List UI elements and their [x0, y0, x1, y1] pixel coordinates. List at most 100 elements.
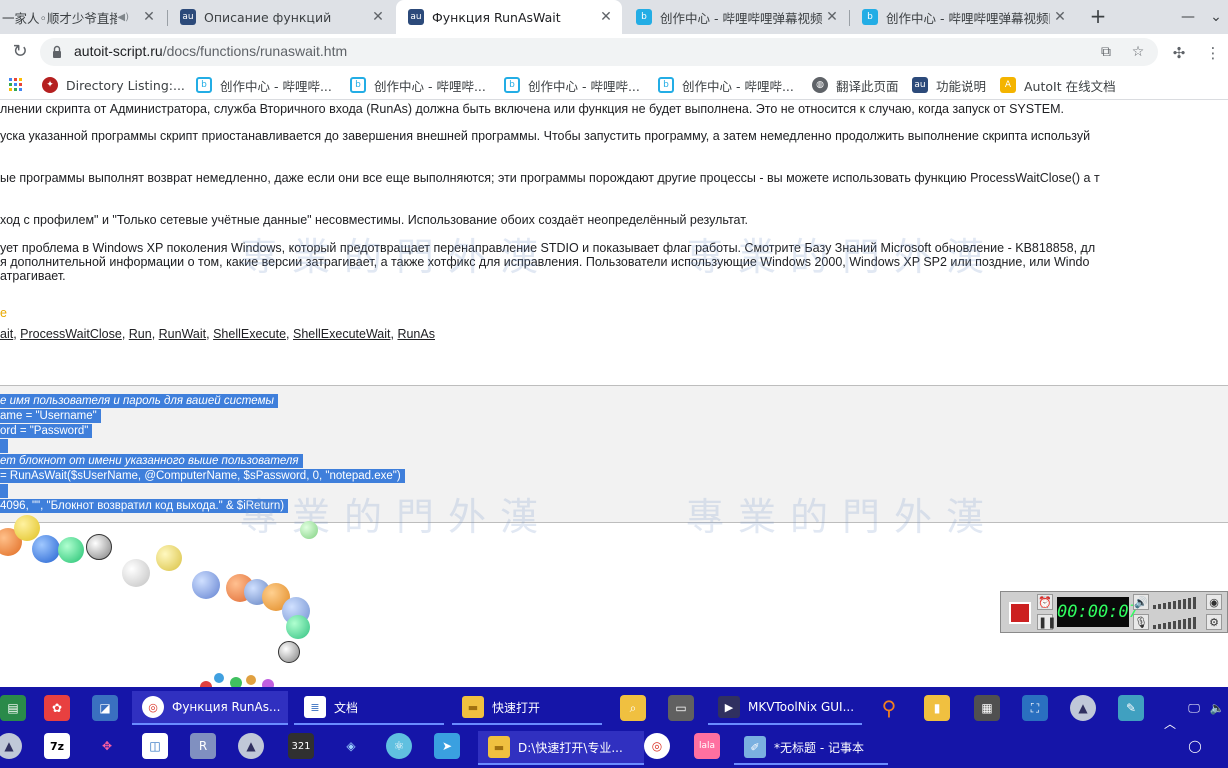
ball: [14, 515, 40, 541]
alarm-clock-icon[interactable]: ⏰: [1037, 594, 1053, 610]
bilibili-icon: b: [658, 77, 674, 93]
bookmark-translate[interactable]: ◍ 翻译此页面: [812, 76, 899, 94]
notification-icon[interactable]: ◯: [1182, 733, 1208, 759]
code-line-blank[interactable]: [0, 484, 8, 498]
taskbar-quick-open-folder[interactable]: ▬ 快速打开: [452, 691, 602, 725]
taskbar-mkvtoolnix[interactable]: ▶ MKVToolNix GUI...: [708, 691, 862, 725]
window-manager-icon[interactable]: ◫: [142, 733, 168, 759]
chrome-icon[interactable]: ◎: [644, 733, 670, 759]
monitor-icon[interactable]: 🖵: [1184, 695, 1204, 721]
folder-icon: ▬: [488, 736, 510, 758]
record-stop-button[interactable]: [1009, 602, 1031, 624]
autoit-icon[interactable]: ▲: [238, 733, 264, 759]
example-code-box[interactable]: е имя пользователя и пароль для вашей си…: [0, 385, 1228, 523]
7zip-icon[interactable]: 7z: [44, 733, 70, 759]
extensions-puzzle-icon[interactable]: ✣: [1168, 42, 1190, 64]
tab-function-description[interactable]: au Описание функций ✕: [168, 0, 394, 34]
huawei-icon[interactable]: ✿: [44, 695, 70, 721]
code-line[interactable]: ет блокнот от имени указанного выше поль…: [0, 454, 303, 468]
bookmark-autoit-online[interactable]: A AutoIt 在线文档: [1000, 76, 1116, 94]
close-tab-icon[interactable]: ✕: [822, 9, 842, 25]
taskbar-label: MKVToolNix GUI...: [748, 700, 855, 714]
notes-icon[interactable]: ✎: [1118, 695, 1144, 721]
paper-plane-icon[interactable]: ➤: [434, 733, 460, 759]
bookmark-bilibili-2[interactable]: b 创作中心 - 哔哩哔...: [350, 76, 486, 94]
film-strip-icon[interactable]: ▦: [974, 695, 1000, 721]
pause-icon[interactable]: ❚❚: [1037, 614, 1056, 630]
network-icon[interactable]: ⛶: [1022, 695, 1048, 721]
link-run[interactable]: Run: [129, 327, 152, 341]
speaker-icon[interactable]: 🔊: [1133, 594, 1149, 610]
lock-icon[interactable]: [52, 45, 62, 59]
tab-live-stream[interactable]: 一家人◦顺才少爷直播 ◀) ✕: [0, 0, 165, 34]
autoit-yellow-icon: A: [1000, 77, 1016, 93]
taskbar-explorer-window[interactable]: ▬ D:\快速打开\专业...: [478, 731, 644, 765]
close-tab-icon[interactable]: ✕: [368, 9, 388, 25]
bookmark-directory-listing[interactable]: ✦ Directory Listing:...: [42, 76, 185, 94]
close-tab-icon[interactable]: ✕: [139, 9, 159, 25]
volume-icon[interactable]: 🔈: [1206, 695, 1228, 721]
screenshot-tool-icon[interactable]: ◪: [92, 695, 118, 721]
link-runas[interactable]: RunAs: [397, 327, 435, 341]
globe-icon: ◍: [812, 77, 828, 93]
menu-icon[interactable]: ⋮: [1202, 42, 1224, 64]
folder-icon[interactable]: ▮: [924, 695, 950, 721]
ball: [300, 521, 318, 539]
window-menu-icon[interactable]: ⌄: [1204, 0, 1228, 34]
autoit-icon[interactable]: ▲: [0, 733, 22, 759]
address-bar[interactable]: autoit-script.ru/docs/functions/runaswai…: [40, 38, 1158, 66]
calendar-321-icon[interactable]: 321: [288, 733, 314, 759]
bookmark-star-icon[interactable]: ☆: [1128, 42, 1148, 62]
microphone-icon[interactable]: 🎙: [1133, 614, 1149, 630]
tab-title: 一家人◦顺才少爷直播: [2, 10, 118, 26]
link-shellexecutewait[interactable]: ShellExecuteWait: [293, 327, 391, 341]
atom-icon[interactable]: ⚛: [386, 733, 412, 759]
tab-bilibili-1[interactable]: b 创作中心 - 哔哩哔哩弹幕视频网 ✕: [624, 0, 848, 34]
new-tab-button[interactable]: +: [1086, 4, 1110, 28]
terminal-icon[interactable]: ▭: [668, 695, 694, 721]
settings-icon[interactable]: ⚙: [1206, 614, 1222, 630]
bookmark-apps[interactable]: [8, 76, 32, 94]
code-line-blank[interactable]: [0, 439, 8, 453]
baseball: [122, 559, 150, 587]
taskbar-chrome-runaswait[interactable]: ◎ Функция RunAs...: [132, 691, 288, 725]
taskbar-notepad-window[interactable]: ✐ *无标题 - 记事本: [734, 731, 888, 765]
code-line[interactable]: ord = "Password": [0, 424, 93, 438]
taskbar-document-window[interactable]: ≣ 文档: [294, 691, 444, 725]
link-shellexecute[interactable]: ShellExecute: [213, 327, 286, 341]
bookmark-label: 创作中心 - 哔哩哔...: [528, 78, 640, 94]
tab-runaswait[interactable]: au Функция RunAsWait ✕: [396, 0, 622, 34]
see-also-heading: е: [0, 306, 7, 320]
close-tab-icon[interactable]: ✕: [1050, 9, 1070, 25]
layers-icon[interactable]: ◈: [338, 733, 364, 759]
cursor-tool-icon[interactable]: ✥: [94, 733, 120, 759]
bookmark-bilibili-1[interactable]: b 创作中心 - 哔哩哔...: [196, 76, 332, 94]
bookmark-bilibili-3[interactable]: b 创作中心 - 哔哩哔...: [504, 76, 640, 94]
link-runwait-partial[interactable]: ait: [0, 327, 13, 341]
autoit-setup-icon[interactable]: ▲: [1070, 695, 1096, 721]
magnifier-icon[interactable]: ⚲: [876, 695, 902, 721]
code-line[interactable]: ame = "Username": [0, 409, 101, 423]
minimize-icon[interactable]: —: [1168, 0, 1208, 34]
ball: [192, 571, 220, 599]
audio-playing-icon[interactable]: ◀): [117, 12, 129, 23]
url-text[interactable]: autoit-script.ru/docs/functions/runaswai…: [74, 43, 347, 59]
code-line[interactable]: е имя пользователя и пароль для вашей си…: [0, 394, 278, 408]
bookmark-label: AutoIt 在线文档: [1024, 78, 1116, 94]
bookmarks-bar: ✦ Directory Listing:... b 创作中心 - 哔哩哔... …: [0, 70, 1228, 100]
link-runwait[interactable]: RunWait: [159, 327, 206, 341]
bookmark-bilibili-4[interactable]: b 创作中心 - 哔哩哔...: [658, 76, 794, 94]
tab-bilibili-2[interactable]: b 创作中心 - 哔哩哔哩弹幕视频网 ✕: [850, 0, 1076, 34]
code-line[interactable]: = RunAsWait($sUserName, @ComputerName, $…: [0, 469, 405, 483]
ball: [230, 677, 242, 687]
file-search-icon[interactable]: ⌕: [620, 695, 646, 721]
bookmark-function-docs[interactable]: au 功能说明: [912, 76, 986, 94]
reload-icon[interactable]: ↻: [8, 40, 32, 64]
registry-icon[interactable]: R: [190, 733, 216, 759]
app-launcher-icon[interactable]: ▤: [0, 695, 26, 721]
link-processwaitclose[interactable]: ProcessWaitClose: [20, 327, 122, 341]
close-tab-icon[interactable]: ✕: [596, 9, 616, 25]
lala-app-icon[interactable]: lala: [694, 733, 720, 759]
webcam-icon[interactable]: ◉: [1206, 594, 1222, 610]
translate-icon[interactable]: ⧉: [1096, 42, 1116, 62]
